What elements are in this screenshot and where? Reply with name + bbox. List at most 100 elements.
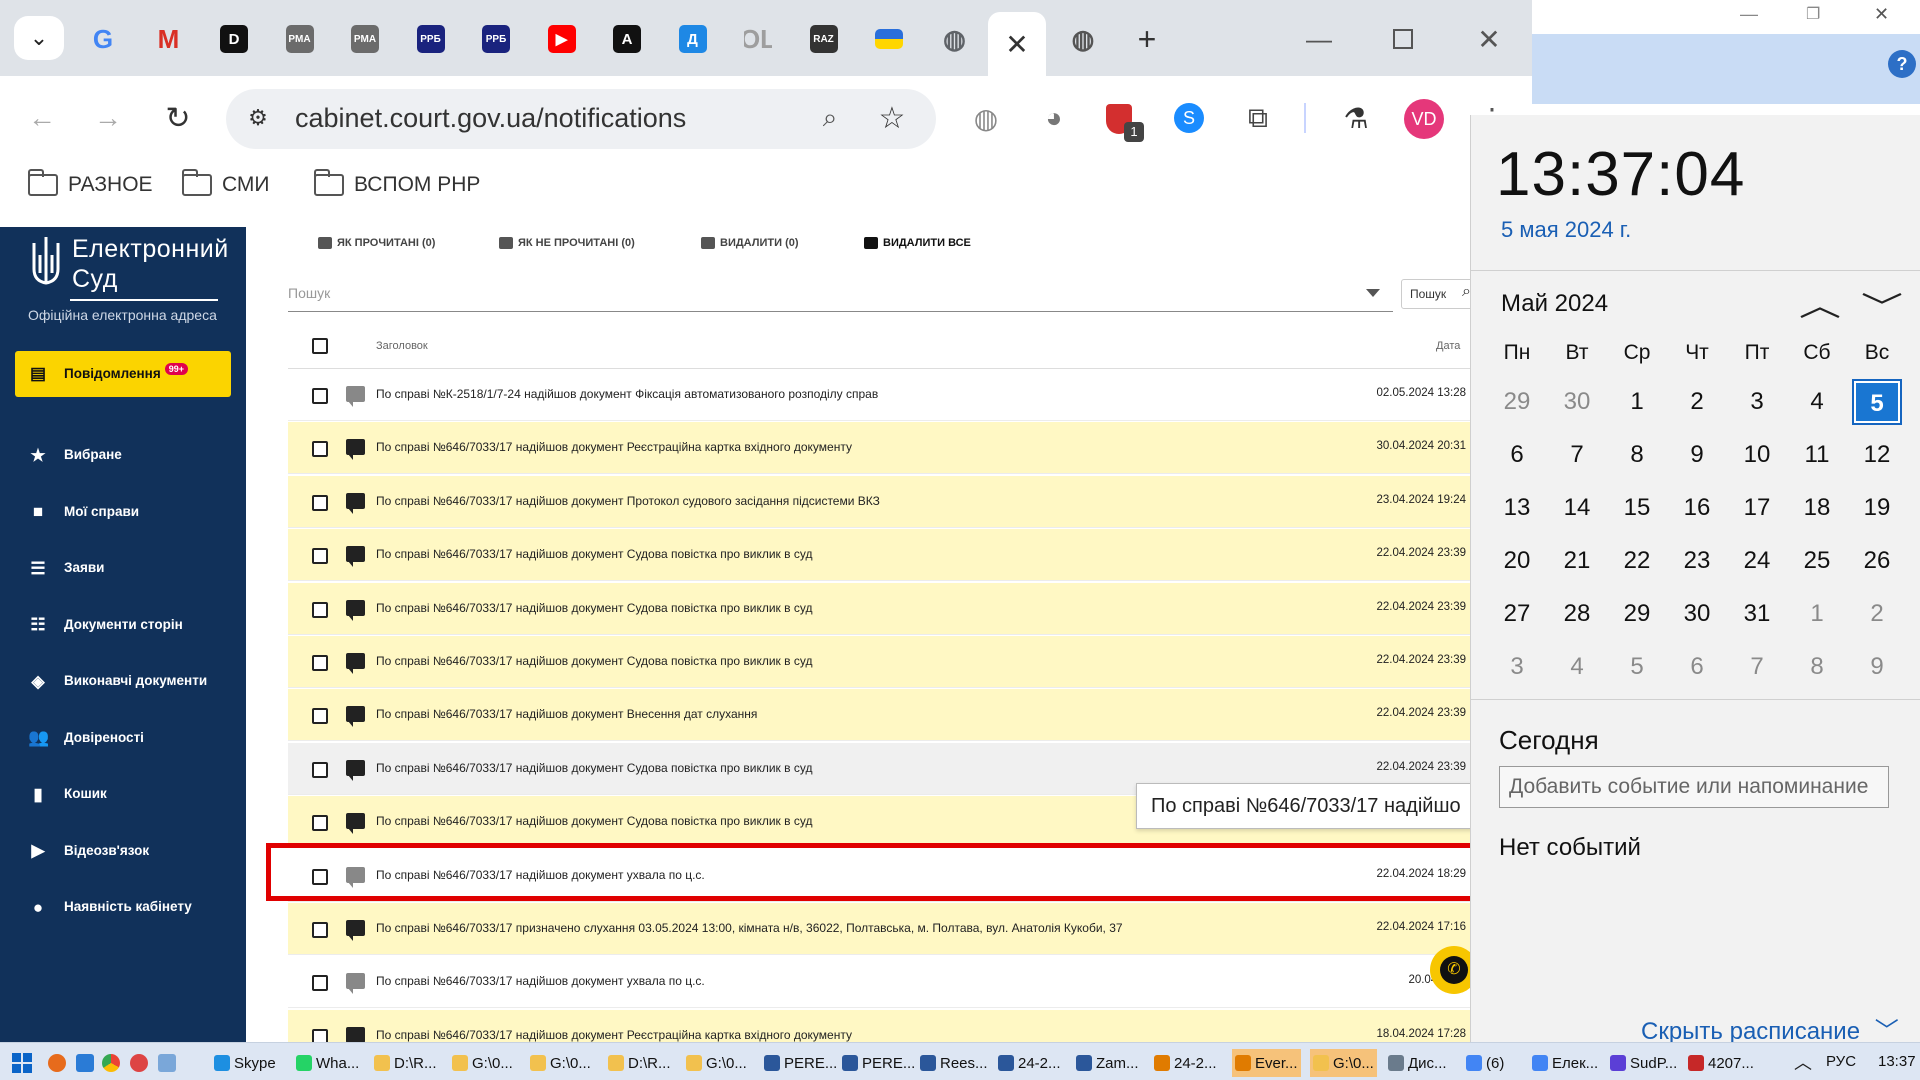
bookmark-folder-2[interactable]: СМИ <box>182 169 270 197</box>
tab-pma1[interactable]: PMA <box>271 12 329 66</box>
help-icon[interactable]: ? <box>1888 50 1916 78</box>
maximize-button[interactable] <box>1374 12 1432 66</box>
row-title[interactable]: По справі №646/7033/17 призначено слухан… <box>376 921 1123 935</box>
month-label[interactable]: Май 2024 <box>1501 290 1608 318</box>
reload-icon[interactable]: ↻ <box>156 96 200 140</box>
action-1-button[interactable]: ЯК ПРОЧИТАНІ (0) <box>318 237 435 249</box>
url-text[interactable]: cabinet.court.gov.ua/notifications <box>295 103 686 134</box>
calendar-day[interactable]: 13 <box>1492 485 1542 531</box>
calendar-day[interactable]: 12 <box>1852 432 1902 478</box>
sidebar-item-2[interactable]: ★ Вибране <box>28 446 121 465</box>
pinned-app-2-icon[interactable] <box>76 1054 94 1072</box>
row-title[interactable]: По справі №646/7033/17 надійшов документ… <box>376 814 812 828</box>
bg-minimize-icon[interactable]: — <box>1740 4 1758 25</box>
table-row[interactable]: По справі №646/7033/17 призначено слухан… <box>288 903 1470 955</box>
calendar-day[interactable]: 20 <box>1492 538 1542 584</box>
calendar-day[interactable]: 28 <box>1552 591 1602 637</box>
row-title[interactable]: По справі №646/7033/17 надійшов документ… <box>376 494 880 508</box>
sidebar-item-5[interactable]: ☷ Документи сторін <box>28 615 182 634</box>
select-all-checkbox[interactable] <box>312 338 328 354</box>
bookmark-star-icon[interactable]: ☆ <box>870 96 914 140</box>
calendar-day[interactable]: 9 <box>1672 432 1722 478</box>
taskbar-app-12[interactable]: Zam... <box>1076 1049 1139 1077</box>
shazam-icon[interactable]: S <box>1174 103 1204 133</box>
pinned-app-1-icon[interactable] <box>48 1054 66 1072</box>
sidebar-item-7[interactable]: 👥 Довіреності <box>28 728 144 747</box>
calendar-day[interactable]: 30 <box>1672 591 1722 637</box>
pinned-app-4-icon[interactable] <box>158 1054 176 1072</box>
calendar-day[interactable]: 19 <box>1852 485 1902 531</box>
taskbar-app-7[interactable]: G:\0... <box>686 1049 747 1077</box>
calendar-day[interactable]: 17 <box>1732 485 1782 531</box>
tab-pma2[interactable]: PMA <box>336 12 394 66</box>
taskbar-app-4[interactable]: G:\0... <box>452 1049 513 1077</box>
row-checkbox[interactable] <box>312 815 328 832</box>
back-icon[interactable]: ← <box>20 96 64 140</box>
calendar-day[interactable]: 4 <box>1792 379 1842 425</box>
tray-chevron-icon[interactable]: ︿ <box>1794 1049 1812 1075</box>
row-checkbox[interactable] <box>312 441 328 458</box>
labs-icon[interactable]: ⚗ <box>1334 96 1378 140</box>
calendar-day[interactable]: 7 <box>1552 432 1602 478</box>
taskbar-app-19[interactable]: SudP... <box>1610 1049 1677 1077</box>
tab-ppb1[interactable]: PPБ <box>402 12 460 66</box>
taskbar-app-16[interactable]: Дис... <box>1388 1049 1447 1077</box>
taskbar-app-18[interactable]: Елек... <box>1532 1049 1598 1077</box>
calendar-day[interactable]: 1 <box>1612 379 1662 425</box>
tab-globe1[interactable]: ◍ <box>926 12 984 66</box>
search-button[interactable]: Пошук ⌕ <box>1401 279 1470 309</box>
clock-date[interactable]: 5 мая 2024 г. <box>1501 217 1631 243</box>
row-title[interactable]: По справі №646/7033/17 надійшов документ… <box>376 707 757 721</box>
taskbar-app-6[interactable]: D:\R... <box>608 1049 671 1077</box>
calendar-day[interactable]: 27 <box>1492 591 1542 637</box>
taskbar-app-10[interactable]: Rees... <box>920 1049 988 1077</box>
calendar-day[interactable]: 3 <box>1732 379 1782 425</box>
row-checkbox[interactable] <box>312 708 328 725</box>
calendar-day[interactable]: 29 <box>1492 379 1542 425</box>
taskbar-app-8[interactable]: PERE... <box>764 1049 837 1077</box>
sidebar-item-1[interactable]: ▤ Повідомлення 99+ <box>28 363 188 383</box>
table-row[interactable]: По справі №646/7033/17 надійшов документ… <box>288 582 1470 635</box>
taskbar-app-15[interactable]: G:\0... <box>1310 1049 1377 1077</box>
tab-youtube[interactable]: ▶ <box>533 12 591 66</box>
calendar-day[interactable]: 10 <box>1732 432 1782 478</box>
calendar-day[interactable]: 3 <box>1492 644 1542 690</box>
calendar-day[interactable]: 4 <box>1552 644 1602 690</box>
row-checkbox[interactable] <box>312 494 328 511</box>
taskbar-clock[interactable]: 13:37 <box>1878 1053 1916 1070</box>
calendar-day[interactable]: 26 <box>1852 538 1902 584</box>
hide-schedule-link[interactable]: Скрыть расписание ﹀ <box>1641 1011 1899 1046</box>
calendar-day[interactable]: 22 <box>1612 538 1662 584</box>
tab-active-close-icon[interactable]: ✕ <box>988 12 1046 76</box>
sidebar-item-10[interactable]: ● Наявність кабінету <box>28 898 192 917</box>
calendar-day[interactable]: 29 <box>1612 591 1662 637</box>
table-row[interactable]: По справі №646/7033/17 надійшов документ… <box>288 475 1470 528</box>
taskbar-app-3[interactable]: D:\R... <box>374 1049 437 1077</box>
sidebar-item-4[interactable]: ☰ Заяви <box>28 559 104 578</box>
calendar-day[interactable]: 21 <box>1552 538 1602 584</box>
next-month-icon[interactable]: ﹀ <box>1861 283 1903 327</box>
sidebar-item-3[interactable]: ■ Мої справи <box>28 502 139 521</box>
minimize-button[interactable]: — <box>1290 12 1348 66</box>
tab-ua[interactable] <box>860 12 918 66</box>
tab-gmail[interactable]: M <box>140 12 198 66</box>
row-title[interactable]: По справі №646/7033/17 надійшов документ… <box>376 974 705 988</box>
translate-icon[interactable]: ◍ <box>964 96 1008 140</box>
row-checkbox[interactable] <box>312 975 328 992</box>
event-input[interactable]: Добавить событие или напоминание <box>1499 766 1889 808</box>
row-title[interactable]: По справі №646/7033/17 надійшов документ… <box>376 601 812 615</box>
sidebar-item-6[interactable]: ◈ Виконавчі документи <box>28 672 207 691</box>
site-info-icon[interactable]: ⚙ <box>236 96 280 140</box>
row-checkbox[interactable] <box>312 548 328 565</box>
row-checkbox[interactable] <box>312 655 328 671</box>
row-title[interactable]: По справі №646/7033/17 надійшов документ… <box>376 654 812 668</box>
calendar-day[interactable]: 9 <box>1852 644 1902 690</box>
sidebar-item-8[interactable]: ▮ Кошик <box>28 785 106 804</box>
call-button[interactable]: ✆ <box>1430 946 1470 994</box>
row-title[interactable]: По справі №646/7033/17 надійшов документ… <box>376 547 812 561</box>
search-input[interactable] <box>288 280 1393 312</box>
windows-start-icon[interactable] <box>12 1053 32 1073</box>
tab-a[interactable]: A <box>598 12 656 66</box>
calendar-day[interactable]: 16 <box>1672 485 1722 531</box>
tab-ol[interactable]: OL <box>729 12 787 66</box>
